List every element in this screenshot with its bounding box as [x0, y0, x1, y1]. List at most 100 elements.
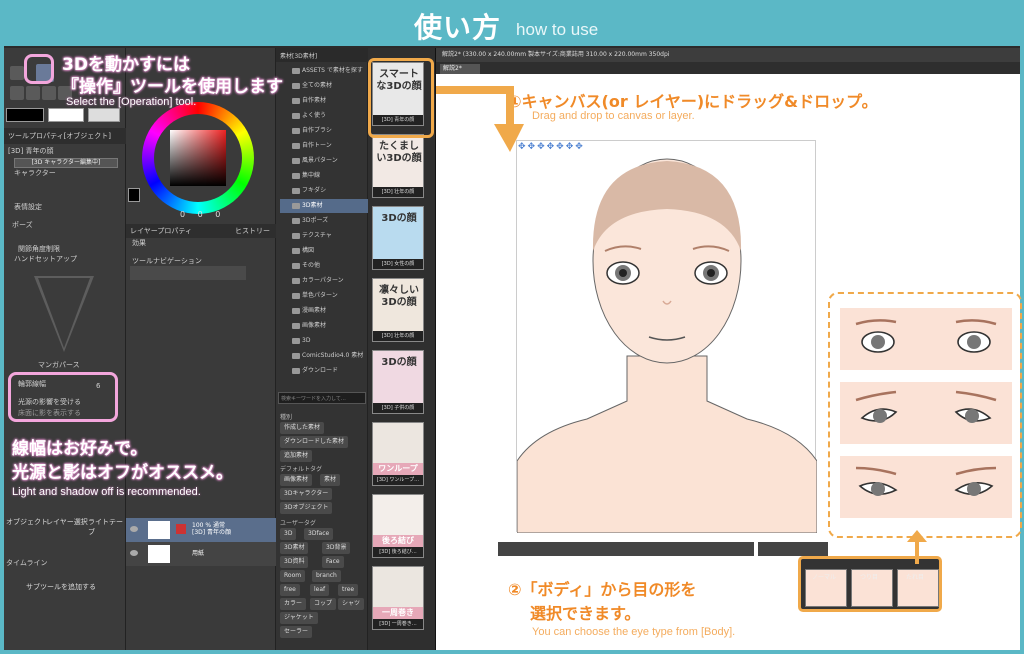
eye-option-normal[interactable]: ノーマル — [805, 569, 847, 607]
asset-tree-item[interactable]: 3Dポーズ — [280, 214, 368, 228]
eye-option-tsuri[interactable]: つり目 — [851, 569, 893, 607]
canvas-bottom-bar-2[interactable] — [758, 542, 828, 556]
asset-tree-item[interactable]: カラーパターン — [280, 274, 368, 288]
asset-tree-item[interactable]: 3D素材 — [280, 199, 368, 213]
asset-thumbnail[interactable]: 一周巻き [3D] 一周巻き… — [372, 566, 424, 630]
asset-tree-label: 自作素材 — [302, 97, 327, 104]
thumbnail-label: [3D] 女性の顔 ver.1.1 — [373, 259, 423, 269]
asset-tree-item[interactable]: ダウンロード — [280, 364, 368, 378]
asset-tag[interactable]: コップ — [310, 598, 337, 610]
canvas-paper[interactable] — [516, 140, 818, 534]
eye-option-tare[interactable]: たれ目 — [897, 569, 939, 607]
asset-tag[interactable]: カラー — [280, 598, 307, 610]
app-window: ツールプロパティ[オブジェクト] [3D] 青年の顔 [3D キャラクター編集中… — [4, 48, 1022, 650]
asset-tree-label: フキダシ — [302, 187, 327, 194]
asset-tree-item[interactable]: テクスチャ — [280, 229, 368, 243]
asset-tree-item[interactable]: 漫画素材 — [280, 304, 368, 318]
asset-tree-item[interactable]: 自作素材 — [280, 94, 368, 108]
asset-tree-label: 3D素材 — [302, 202, 323, 209]
brush-icon[interactable] — [26, 86, 40, 100]
asset-tree-item[interactable]: 全ての素材 — [280, 79, 368, 93]
asset-tree-item[interactable]: 画像素材 — [280, 319, 368, 333]
asset-tree-item[interactable]: ComicStudio4.0 素材 — [280, 349, 368, 363]
pen-icon[interactable] — [10, 86, 24, 100]
color-square[interactable] — [170, 130, 226, 186]
3d-gizmo-toolbar[interactable]: ✥✥✥✥✥✥✥ — [518, 142, 638, 152]
asset-thumbnail[interactable]: 3Dの顔 [3D] 子供の顔 ver.1.1 — [372, 350, 424, 414]
asset-tag[interactable]: 素材 — [320, 474, 341, 486]
asset-tag[interactable]: ダウンロードした素材 — [280, 436, 349, 448]
joint-limit-label[interactable]: 関節角度制限 — [18, 244, 60, 254]
layer-row[interactable]: 用紙 — [126, 542, 276, 566]
asset-tag[interactable]: セーラー — [280, 626, 313, 638]
tool-step-jp2: 『操作』ツールを使用します — [62, 77, 283, 97]
asset-tag[interactable]: 追加素材 — [280, 450, 313, 462]
visibility-eye-icon[interactable] — [130, 550, 138, 556]
asset-tree-item[interactable]: ASSETS で素材を探す — [280, 64, 368, 78]
main-color-chip[interactable] — [6, 108, 44, 122]
tool-property-header: ツールプロパティ[オブジェクト] — [4, 128, 126, 144]
transparent-chip[interactable] — [88, 108, 120, 122]
asset-tree-item[interactable]: 単色パターン — [280, 289, 368, 303]
timeline-label[interactable]: タイムライン — [6, 558, 48, 568]
asset-tree-item[interactable]: その他 — [280, 259, 368, 273]
asset-tag[interactable]: leaf — [310, 584, 330, 596]
tab-layer-select[interactable]: レイヤー選択 — [46, 517, 88, 527]
asset-tag[interactable]: シャツ — [338, 598, 365, 610]
visibility-eye-icon[interactable] — [130, 526, 138, 532]
canvas-bottom-bar[interactable] — [498, 542, 754, 556]
character-edit-button[interactable]: [3D キャラクター編集中] — [14, 158, 118, 168]
layer-property-title[interactable]: レイヤープロパティ — [130, 227, 192, 235]
layer-row[interactable]: 100 % 通常 [3D] 青年の顔 — [126, 518, 276, 542]
assets-search-input[interactable]: 検索キーワードを入力して… — [278, 392, 366, 404]
asset-tag[interactable]: 画像素材 — [280, 474, 313, 486]
asset-tag[interactable]: ジャケット — [280, 612, 318, 624]
history-tab[interactable]: ヒストリー — [235, 226, 270, 236]
thumbnail-title: 3Dの顔 — [381, 357, 417, 368]
asset-tree-item[interactable]: フキダシ — [280, 184, 368, 198]
tab-light-table[interactable]: ライトテーブ — [88, 517, 126, 537]
frame-bottom — [0, 650, 1024, 654]
asset-tag[interactable]: 3D — [280, 528, 297, 540]
asset-tag[interactable]: tree — [338, 584, 359, 596]
layer-thumbnail — [148, 521, 170, 539]
color-wheel[interactable] — [142, 102, 254, 214]
asset-tag[interactable]: 3D資料 — [280, 556, 309, 568]
asset-tag[interactable]: 3Dオブジェクト — [280, 502, 333, 514]
asset-tree-item[interactable]: 構図 — [280, 244, 368, 258]
asset-thumbnail[interactable]: 後ろ結び [3D] 後ろ結び… — [372, 494, 424, 558]
tab-object[interactable]: オブジェクト — [6, 517, 48, 527]
asset-thumbnail[interactable]: ワンループ [3D] ワンループ… — [372, 422, 424, 486]
asset-tree-item[interactable]: 3D — [280, 334, 368, 348]
manga-perspective-label: マンガパース — [38, 361, 80, 369]
add-subtool-button[interactable]: サブツールを追加する — [26, 582, 96, 592]
asset-tree-item[interactable]: 自作トーン — [280, 139, 368, 153]
thumbnail-label: [3D] 壮年の顔 ver.1.1 — [373, 331, 423, 341]
asset-tag[interactable]: 作成した素材 — [280, 422, 325, 434]
zoom-icon[interactable] — [10, 66, 24, 80]
layer-sub: [3D] 青年の顔 — [192, 529, 232, 536]
asset-tree-item[interactable]: 集中線 — [280, 169, 368, 183]
asset-tree-item[interactable]: 自作ブラシ — [280, 124, 368, 138]
asset-tag[interactable]: Room — [280, 570, 306, 582]
asset-tag[interactable]: 3D背景 — [322, 542, 351, 554]
asset-tree-item[interactable]: 風景パターン — [280, 154, 368, 168]
eye-preview-svg — [855, 466, 997, 496]
canvas-tab[interactable]: 解説2* — [440, 64, 480, 74]
fill-icon[interactable] — [42, 86, 56, 100]
asset-thumbnail[interactable]: 凛々しい3Dの顔 [3D] 壮年の顔 ver.1.1 — [372, 278, 424, 342]
asset-tag[interactable]: Face — [322, 556, 344, 568]
asset-tag[interactable]: 3Dface — [304, 528, 334, 540]
asset-thumbnail[interactable]: たくましい3Dの顔 [3D] 壮年の顔 — [372, 134, 424, 198]
asset-tree-item[interactable]: よく使う — [280, 109, 368, 123]
color-chip-black[interactable] — [128, 188, 140, 202]
asset-tag[interactable]: 3Dキャラクター — [280, 488, 333, 500]
eye-preview-svg — [855, 319, 997, 353]
asset-tree-label: テクスチャ — [302, 232, 332, 239]
sub-color-chip[interactable] — [48, 108, 84, 122]
asset-thumbnail[interactable]: 3Dの顔 [3D] 女性の顔 ver.1.1 — [372, 206, 424, 270]
asset-tag[interactable]: branch — [312, 570, 341, 582]
asset-tag[interactable]: 3D素材 — [280, 542, 309, 554]
navigation-bar[interactable] — [130, 266, 246, 280]
asset-tag[interactable]: free — [280, 584, 300, 596]
